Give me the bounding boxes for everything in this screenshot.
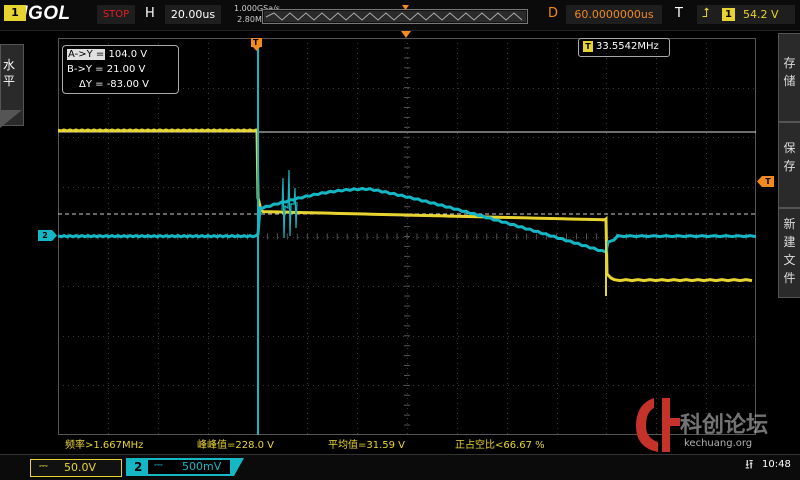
cursor-a-label: A->Y = xyxy=(67,49,106,60)
channel-2-trace xyxy=(58,186,756,255)
cursor-delta-label: ΔY = xyxy=(79,79,104,90)
waveform-display[interactable] xyxy=(58,38,756,435)
measure-average: 平均值=31.59 V xyxy=(328,440,406,451)
cursor-a-value: 104.0 V xyxy=(108,49,148,60)
oscilloscope-screen: RIGOL STOP H 20.00us 1.000GSa/s 2.80M pt… xyxy=(0,0,800,480)
channel-2-offset-marker[interactable]: 2 xyxy=(38,230,52,241)
dc-coupling-icon: ⎓ xyxy=(39,459,48,472)
watermark-url: kechuang.org xyxy=(684,438,753,449)
trigger-level-marker-tip xyxy=(757,176,762,187)
trigger-delay-value[interactable]: 60.0000000us xyxy=(566,5,662,24)
channel-2-number: 2 xyxy=(134,460,143,474)
channel-1-scale: 50.0V xyxy=(64,461,97,474)
save-menu-label: 存储 xyxy=(783,56,796,88)
cursor-a-row: A->Y = 104.0 V xyxy=(67,47,174,62)
cursor-delta-row: ΔY = -83.00 V xyxy=(67,77,174,92)
system-clock: 10:48 xyxy=(762,459,791,470)
timebase-value[interactable]: 20.00us xyxy=(165,5,221,24)
channel-2-spikes xyxy=(281,169,298,239)
measure-vpp: 峰峰值=228.0 V xyxy=(197,440,275,451)
save-button-label: 保存 xyxy=(783,141,796,173)
trigger-level: 54.2 V xyxy=(743,8,779,21)
cursor-readout: A->Y = 104.0 V B->Y = 21.00 V ΔY = -83.0… xyxy=(62,45,179,94)
channel-2-marker-tip xyxy=(52,230,57,241)
counter-value: 33.5542MHz xyxy=(596,41,659,52)
trigger-settings[interactable]: ⮥ 1 54.2 V xyxy=(697,5,795,24)
save-button[interactable]: 保存 xyxy=(778,122,800,208)
rising-edge-icon: ⮥ xyxy=(702,6,710,21)
measure-duty: 正占空比<66.67 % xyxy=(455,440,545,451)
cursor-b-label: B->Y = xyxy=(67,64,104,75)
watermark-name: 科创论坛 xyxy=(680,413,769,438)
run-stop-status[interactable]: STOP xyxy=(97,5,135,24)
horizontal-menu-label: 水平 xyxy=(3,58,16,88)
top-status-bar: RIGOL STOP H 20.00us 1.000GSa/s 2.80M pt… xyxy=(0,0,800,31)
dc-coupling-icon: ⎓ xyxy=(154,458,163,471)
counter-source-badge: T xyxy=(583,41,593,52)
save-menu-item[interactable]: 存储 xyxy=(778,33,800,122)
trigger-source: 1 xyxy=(722,8,735,21)
new-file-button[interactable]: 新建文件 xyxy=(778,208,800,298)
memory-overview-waveform xyxy=(262,5,528,24)
channel-2-scale: 500mV xyxy=(182,460,222,473)
channel-1-number[interactable]: 1 xyxy=(4,5,26,21)
grid-ticks xyxy=(58,38,756,426)
usb-icon: ⭿ xyxy=(745,458,754,473)
trigger-level-marker[interactable]: T xyxy=(762,176,774,187)
horizontal-label: H xyxy=(145,6,155,21)
cursor-b-row: B->Y = 21.00 V xyxy=(67,62,174,77)
channel-1-settings[interactable]: ⎓ 50.0V xyxy=(30,459,122,477)
channel-2-tab[interactable]: 2 ⎓ 500mV xyxy=(126,458,244,477)
delay-label: D xyxy=(548,6,559,21)
new-file-label: 新建文件 xyxy=(783,217,796,285)
channel-2-scale-box: ⎓ 500mV xyxy=(148,458,230,474)
cursor-b-value: 21.00 V xyxy=(106,64,146,75)
cursor-delta-value: -83.00 V xyxy=(106,79,149,90)
trigger-center-arrow xyxy=(401,31,411,38)
channel-1-trace xyxy=(58,128,753,283)
trigger-time-marker-label: T xyxy=(253,38,259,47)
trigger-label: T xyxy=(675,6,683,21)
frequency-counter: T 33.5542MHz xyxy=(578,38,670,57)
measure-frequency: 频率>1.667MHz xyxy=(65,440,144,451)
left-menu-corner xyxy=(0,110,22,128)
